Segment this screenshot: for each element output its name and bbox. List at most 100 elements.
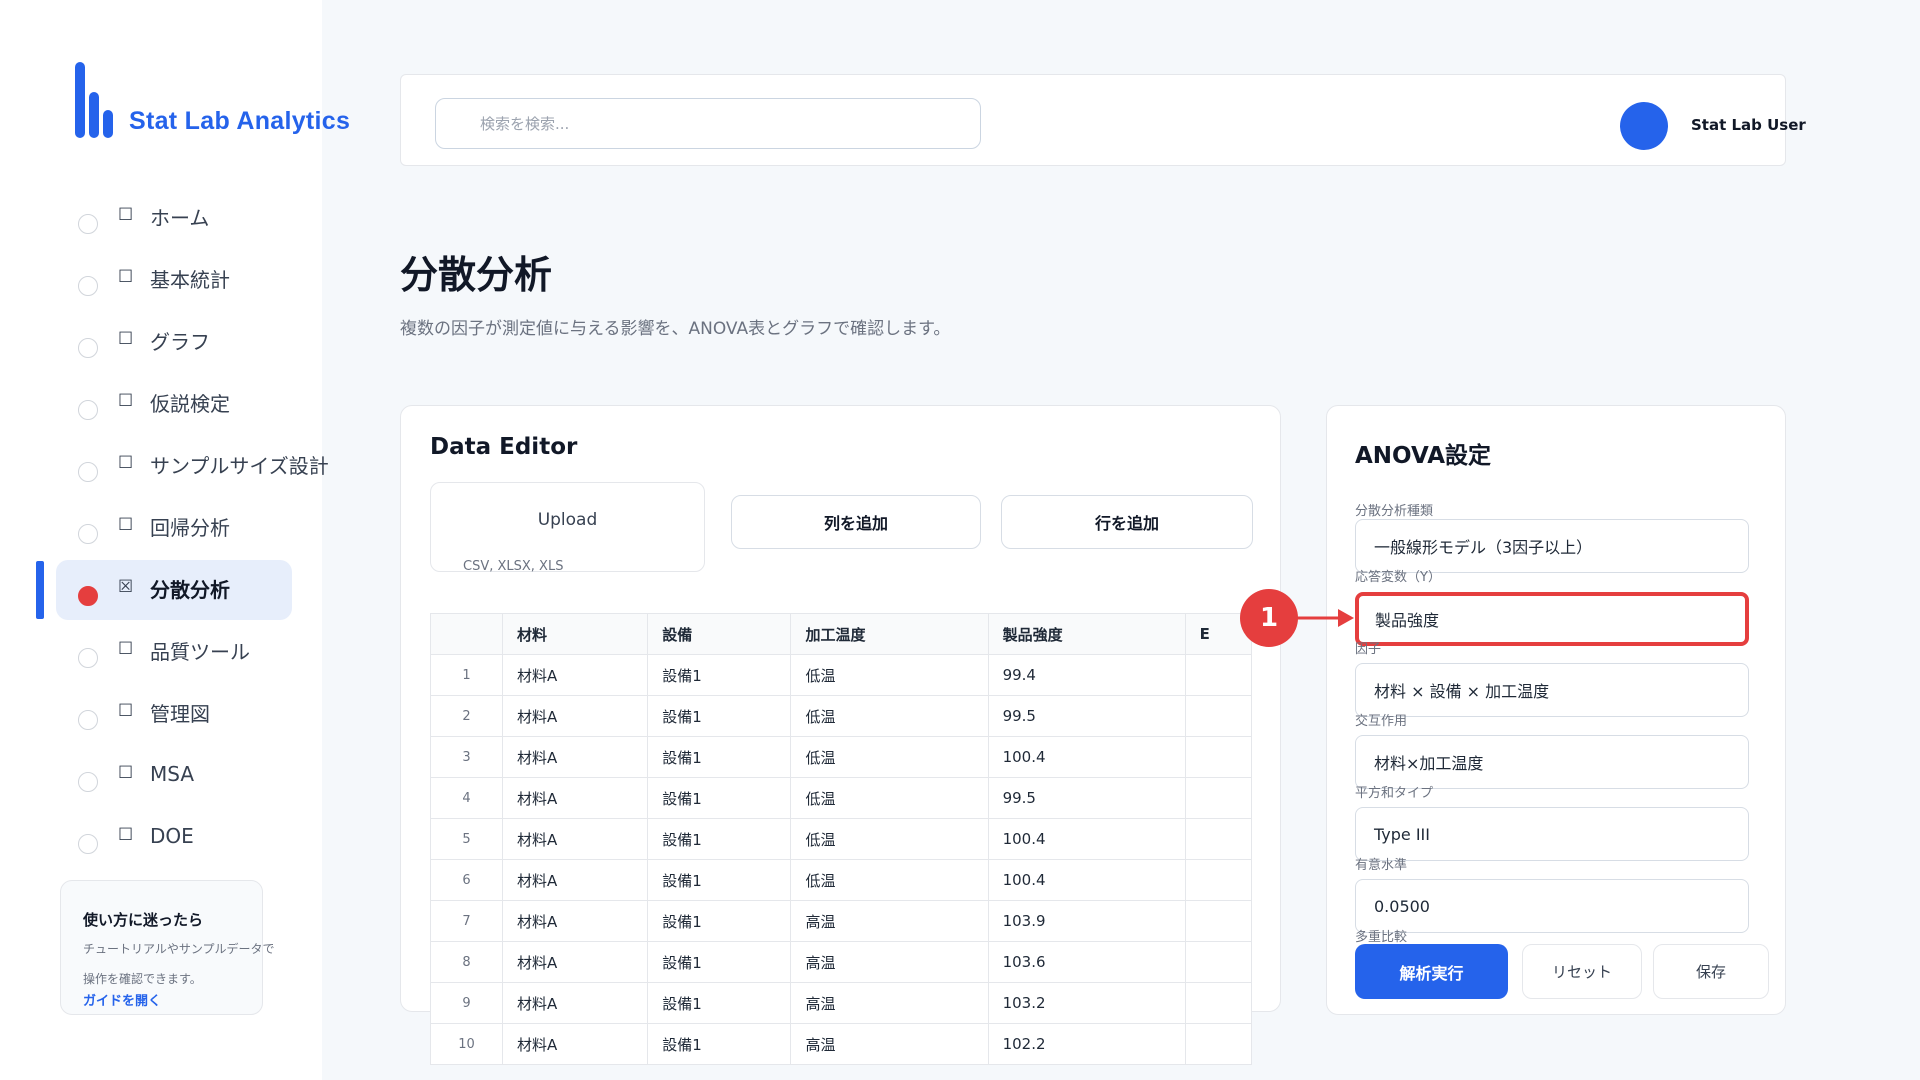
table-cell[interactable]	[1184, 695, 1253, 737]
sidebar-item-label: サンプルサイズ設計	[150, 453, 329, 478]
sidebar-item-2[interactable]: ☐ グラフ	[56, 310, 356, 372]
sidebar-item-label: DOE	[150, 824, 194, 848]
table-cell[interactable]: 103.9	[987, 900, 1186, 942]
table-cell[interactable]: 99.4	[987, 654, 1186, 696]
sidebar-item-8[interactable]: ☐ 管理図	[56, 682, 356, 744]
table-cell[interactable]: 100.4	[987, 859, 1186, 901]
table-cell[interactable]	[1184, 859, 1253, 901]
table-cell[interactable]	[1184, 941, 1253, 983]
nav-checkbox-icon: ☐	[118, 763, 134, 783]
table-cell[interactable]: 設備1	[647, 1023, 792, 1065]
annotation-callout: 1	[1240, 589, 1298, 647]
field-select[interactable]: 製品強度	[1355, 592, 1749, 646]
table-cell[interactable]: 設備1	[647, 695, 792, 737]
table-cell[interactable]: 設備1	[647, 859, 792, 901]
avatar[interactable]	[1620, 102, 1668, 150]
table-cell[interactable]: 設備1	[647, 982, 792, 1024]
table-cell[interactable]: 設備1	[647, 941, 792, 983]
sidebar-item-7[interactable]: ☐ 品質ツール	[56, 620, 356, 682]
column-header[interactable]: 材料	[501, 613, 649, 655]
field-select[interactable]: Type III	[1355, 807, 1749, 861]
table-cell[interactable]	[1184, 1023, 1253, 1065]
table-cell[interactable]	[1184, 777, 1253, 819]
table-cell[interactable]: 材料A	[501, 777, 649, 819]
save-button[interactable]: 保存	[1653, 944, 1769, 999]
column-header[interactable]: 加工温度	[790, 613, 989, 655]
table-cell[interactable]: 低温	[790, 859, 989, 901]
row-index: 7	[430, 900, 503, 942]
field-select[interactable]: 材料 × 設備 × 加工温度	[1355, 663, 1749, 717]
row-index: 10	[430, 1023, 503, 1065]
nav-checkbox-icon: ☐	[118, 205, 134, 225]
field-select[interactable]: 一般線形モデル（3因子以上）	[1355, 519, 1749, 573]
table-cell[interactable]: 材料A	[501, 941, 649, 983]
row-index: 9	[430, 982, 503, 1024]
table-cell[interactable]: 高温	[790, 941, 989, 983]
table-cell[interactable]	[1184, 818, 1253, 860]
table-cell[interactable]: 高温	[790, 900, 989, 942]
table-cell[interactable]	[1184, 900, 1253, 942]
table-cell[interactable]: 材料A	[501, 695, 649, 737]
app-logo[interactable]: Stat Lab Analytics	[75, 62, 350, 138]
table-cell[interactable]: 低温	[790, 818, 989, 860]
add-row-button[interactable]: 行を追加	[1001, 495, 1253, 549]
sidebar-item-5[interactable]: ☐ 回帰分析	[56, 496, 356, 558]
table-cell[interactable]: 材料A	[501, 982, 649, 1024]
run-analysis-button[interactable]: 解析実行	[1355, 944, 1508, 999]
sidebar-item-0[interactable]: ☐ ホーム	[56, 186, 356, 248]
sidebar-item-3[interactable]: ☐ 仮説検定	[56, 372, 356, 434]
table-cell[interactable]: 設備1	[647, 736, 792, 778]
table-cell[interactable]: 設備1	[647, 900, 792, 942]
table-cell[interactable]: 設備1	[647, 777, 792, 819]
table-cell[interactable]: 設備1	[647, 818, 792, 860]
help-title: 使い方に迷ったら	[83, 911, 204, 929]
table-cell[interactable]	[1184, 736, 1253, 778]
table-cell[interactable]: 低温	[790, 654, 989, 696]
field-select[interactable]: 材料×加工温度	[1355, 735, 1749, 789]
nav-status-dot-icon	[78, 276, 98, 296]
table-cell[interactable]: 100.4	[987, 736, 1186, 778]
table-cell[interactable]: 設備1	[647, 654, 792, 696]
table-cell[interactable]: 材料A	[501, 654, 649, 696]
field-label: 多重比較	[1355, 930, 1408, 945]
add-column-button[interactable]: 列を追加	[731, 495, 981, 549]
table-cell[interactable]: 材料A	[501, 859, 649, 901]
sidebar-item-4[interactable]: ☐ サンプルサイズ設計	[56, 434, 356, 496]
sidebar-item-6[interactable]: ☒ 分散分析	[56, 558, 356, 620]
search-input[interactable]	[435, 98, 981, 149]
sidebar-item-9[interactable]: ☐ MSA	[56, 744, 356, 806]
table-cell[interactable]: 高温	[790, 1023, 989, 1065]
column-header[interactable]: 製品強度	[987, 613, 1186, 655]
reset-button[interactable]: リセット	[1522, 944, 1642, 999]
sidebar-item-10[interactable]: ☐ DOE	[56, 806, 356, 868]
table-cell[interactable]: 低温	[790, 695, 989, 737]
sidebar-item-1[interactable]: ☐ 基本統計	[56, 248, 356, 310]
table-cell[interactable]: 100.4	[987, 818, 1186, 860]
nav-status-dot-icon	[78, 648, 98, 668]
sidebar-item-label: グラフ	[150, 329, 210, 354]
user-name[interactable]: Stat Lab User	[1691, 116, 1806, 134]
nav-checkbox-icon: ☐	[118, 639, 134, 659]
table-cell[interactable]: 99.5	[987, 695, 1186, 737]
table-cell[interactable]: 99.5	[987, 777, 1186, 819]
table-cell[interactable]	[1184, 654, 1253, 696]
table-cell[interactable]: 102.2	[987, 1023, 1186, 1065]
column-header[interactable]: 設備	[647, 613, 792, 655]
table-cell[interactable]: 材料A	[501, 818, 649, 860]
column-header[interactable]	[430, 613, 503, 655]
page-subtitle: 複数の因子が測定値に与える影響を、ANOVA表とグラフで確認します。	[400, 319, 951, 339]
table-cell[interactable]: 高温	[790, 982, 989, 1024]
table-cell[interactable]: 103.6	[987, 941, 1186, 983]
data-editor-title: Data Editor	[430, 434, 578, 460]
table-cell[interactable]	[1184, 982, 1253, 1024]
field-select[interactable]: 0.0500	[1355, 879, 1749, 933]
table-cell[interactable]: 材料A	[501, 1023, 649, 1065]
table-cell[interactable]: 103.2	[987, 982, 1186, 1024]
table-cell[interactable]: 材料A	[501, 736, 649, 778]
table-cell[interactable]: 低温	[790, 736, 989, 778]
table-cell[interactable]: 材料A	[501, 900, 649, 942]
row-index: 8	[430, 941, 503, 983]
table-cell[interactable]: 低温	[790, 777, 989, 819]
upload-button[interactable]: Upload CSV, XLSX, XLS	[430, 482, 705, 574]
field-label: 分散分析種類	[1355, 504, 1434, 519]
